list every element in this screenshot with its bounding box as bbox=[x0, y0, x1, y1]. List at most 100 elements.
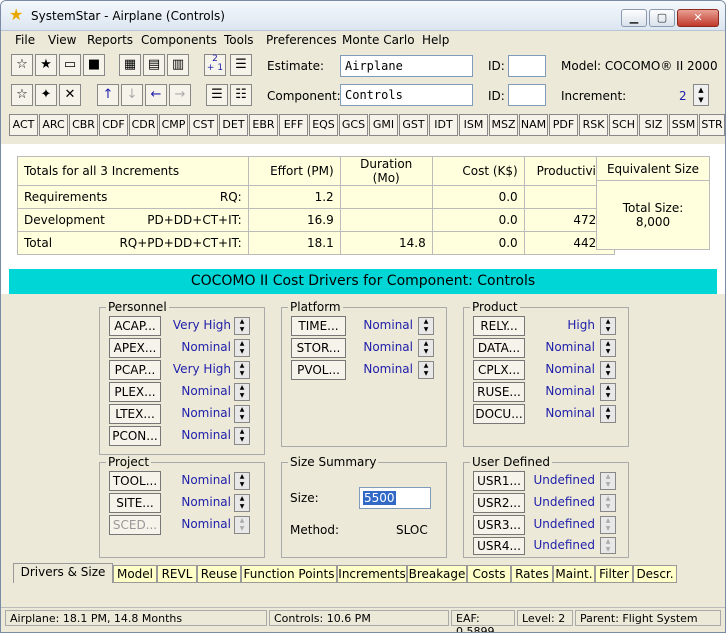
minimize-button[interactable]: ▁ bbox=[621, 9, 647, 27]
chart-view-icon[interactable]: ▥ bbox=[167, 54, 189, 76]
menu-components[interactable]: Components bbox=[141, 33, 217, 47]
usr3-button[interactable]: USR3... bbox=[473, 515, 525, 535]
tab-model[interactable]: Model bbox=[113, 565, 157, 583]
menu-monte-carlo[interactable]: Monte Carlo bbox=[342, 33, 415, 47]
increment-spinner[interactable]: ▲ ▼ bbox=[693, 84, 709, 106]
menu-view[interactable]: View bbox=[48, 33, 76, 47]
ltex-button[interactable]: LTEX... bbox=[109, 404, 161, 424]
time-button[interactable]: TIME... bbox=[291, 316, 346, 336]
usr2-button[interactable]: USR2... bbox=[473, 493, 525, 513]
tab-increments[interactable]: Increments bbox=[337, 565, 407, 583]
ruse-spinner[interactable]: ▲ ▼ bbox=[600, 383, 616, 401]
pcap-button[interactable]: PCAP... bbox=[109, 360, 161, 380]
pcon-button[interactable]: PCON... bbox=[109, 426, 161, 446]
code-button[interactable]: CST bbox=[189, 114, 218, 136]
open-folder-icon[interactable]: ▭ bbox=[59, 54, 81, 76]
increment-toggle-icon[interactable]: 2 + 1 bbox=[204, 54, 226, 76]
tab-maint[interactable]: Maint. bbox=[553, 565, 595, 583]
code-button[interactable]: DET bbox=[219, 114, 248, 136]
table-view-icon[interactable]: ▦ bbox=[119, 54, 141, 76]
tool-button[interactable]: TOOL... bbox=[109, 471, 161, 491]
code-button[interactable]: NAM bbox=[519, 114, 548, 136]
tool-spinner[interactable]: ▲ ▼ bbox=[234, 472, 250, 490]
stor-button[interactable]: STOR... bbox=[291, 338, 346, 358]
pcap-spinner[interactable]: ▲ ▼ bbox=[234, 361, 250, 379]
code-button[interactable]: ISM bbox=[459, 114, 488, 136]
apex-button[interactable]: APEX... bbox=[109, 338, 161, 358]
maximize-button[interactable]: ▢ bbox=[649, 9, 675, 27]
tab-reuse[interactable]: Reuse bbox=[197, 565, 241, 583]
tab-filter[interactable]: Filter bbox=[595, 565, 633, 583]
code-button[interactable]: EQS bbox=[309, 114, 338, 136]
code-button[interactable]: ARC bbox=[39, 114, 68, 136]
docu-button[interactable]: DOCU... bbox=[473, 404, 525, 424]
ruse-button[interactable]: RUSE... bbox=[473, 382, 525, 402]
plex-spinner[interactable]: ▲ ▼ bbox=[234, 383, 250, 401]
code-button[interactable]: EFF bbox=[279, 114, 308, 136]
detail-icon[interactable]: ☷ bbox=[230, 84, 252, 106]
report-icon[interactable]: ☰ bbox=[230, 54, 252, 76]
code-button[interactable]: SCH bbox=[609, 114, 638, 136]
site-spinner[interactable]: ▲ ▼ bbox=[234, 494, 250, 512]
cplx-spinner[interactable]: ▲ ▼ bbox=[600, 361, 616, 379]
add-star-icon[interactable]: ☆ bbox=[11, 84, 33, 106]
acap-spinner[interactable]: ▲ ▼ bbox=[234, 317, 250, 335]
rely-button[interactable]: RELY... bbox=[473, 316, 525, 336]
code-button[interactable]: MSZ bbox=[489, 114, 518, 136]
stor-spinner[interactable]: ▲ ▼ bbox=[418, 339, 434, 357]
data-spinner[interactable]: ▲ ▼ bbox=[600, 339, 616, 357]
save-disk-icon[interactable]: ■ bbox=[83, 54, 105, 76]
code-button[interactable]: CDR bbox=[129, 114, 158, 136]
close-button[interactable]: ✕ bbox=[677, 9, 719, 27]
tab-rates[interactable]: Rates bbox=[511, 565, 553, 583]
usr4-button[interactable]: USR4... bbox=[473, 537, 525, 555]
code-button[interactable]: PDF bbox=[549, 114, 578, 136]
code-button[interactable]: GMI bbox=[369, 114, 398, 136]
code-button[interactable]: EBR bbox=[249, 114, 278, 136]
pcon-spinner[interactable]: ▲ ▼ bbox=[234, 427, 250, 445]
tab-drivers-size[interactable]: Drivers & Size bbox=[13, 563, 113, 583]
size-field[interactable]: 5500 bbox=[359, 487, 431, 509]
code-button[interactable]: IDT bbox=[429, 114, 458, 136]
tab-descr[interactable]: Descr. bbox=[633, 565, 677, 583]
new-star-icon[interactable]: ☆ bbox=[11, 54, 33, 76]
form-view-icon[interactable]: ▤ bbox=[143, 54, 165, 76]
add-child-icon[interactable]: ✦ bbox=[35, 84, 57, 106]
estimate-id-field[interactable] bbox=[508, 55, 546, 77]
component-field[interactable]: Controls bbox=[340, 84, 473, 106]
tab-breakage[interactable]: Breakage bbox=[407, 565, 467, 583]
usr1-button[interactable]: USR1... bbox=[473, 471, 525, 491]
code-button[interactable]: RSK bbox=[579, 114, 608, 136]
rely-spinner[interactable]: ▲ ▼ bbox=[600, 317, 616, 335]
new-component-icon[interactable]: ★ bbox=[35, 54, 57, 76]
time-spinner[interactable]: ▲ ▼ bbox=[418, 317, 434, 335]
tab-costs[interactable]: Costs bbox=[467, 565, 511, 583]
menu-help[interactable]: Help bbox=[422, 33, 449, 47]
component-id-field[interactable] bbox=[508, 84, 546, 106]
pvol-button[interactable]: PVOL... bbox=[291, 360, 346, 380]
code-button[interactable]: GCS bbox=[339, 114, 368, 136]
menu-file[interactable]: File bbox=[15, 33, 35, 47]
plex-button[interactable]: PLEX... bbox=[109, 382, 161, 402]
menu-reports[interactable]: Reports bbox=[87, 33, 133, 47]
site-button[interactable]: SITE... bbox=[109, 493, 161, 513]
list-icon[interactable]: ☰ bbox=[206, 84, 228, 106]
code-button[interactable]: SIZ bbox=[639, 114, 668, 136]
pvol-spinner[interactable]: ▲ ▼ bbox=[418, 361, 434, 379]
estimate-field[interactable]: Airplane bbox=[340, 55, 473, 77]
tab-function-points[interactable]: Function Points bbox=[241, 565, 337, 583]
code-button[interactable]: SSM bbox=[669, 114, 698, 136]
data-button[interactable]: DATA... bbox=[473, 338, 525, 358]
docu-spinner[interactable]: ▲ ▼ bbox=[600, 405, 616, 423]
tab-revl[interactable]: REVL bbox=[157, 565, 197, 583]
ltex-spinner[interactable]: ▲ ▼ bbox=[234, 405, 250, 423]
code-button[interactable]: CBR bbox=[69, 114, 98, 136]
code-button[interactable]: STR bbox=[699, 114, 725, 136]
arrow-up-icon[interactable]: ↑ bbox=[97, 84, 119, 106]
code-button[interactable]: CMP bbox=[159, 114, 188, 136]
code-button[interactable]: CDF bbox=[99, 114, 128, 136]
menu-tools[interactable]: Tools bbox=[224, 33, 254, 47]
menu-preferences[interactable]: Preferences bbox=[266, 33, 337, 47]
code-button[interactable]: GST bbox=[399, 114, 428, 136]
cplx-button[interactable]: CPLX... bbox=[473, 360, 525, 380]
